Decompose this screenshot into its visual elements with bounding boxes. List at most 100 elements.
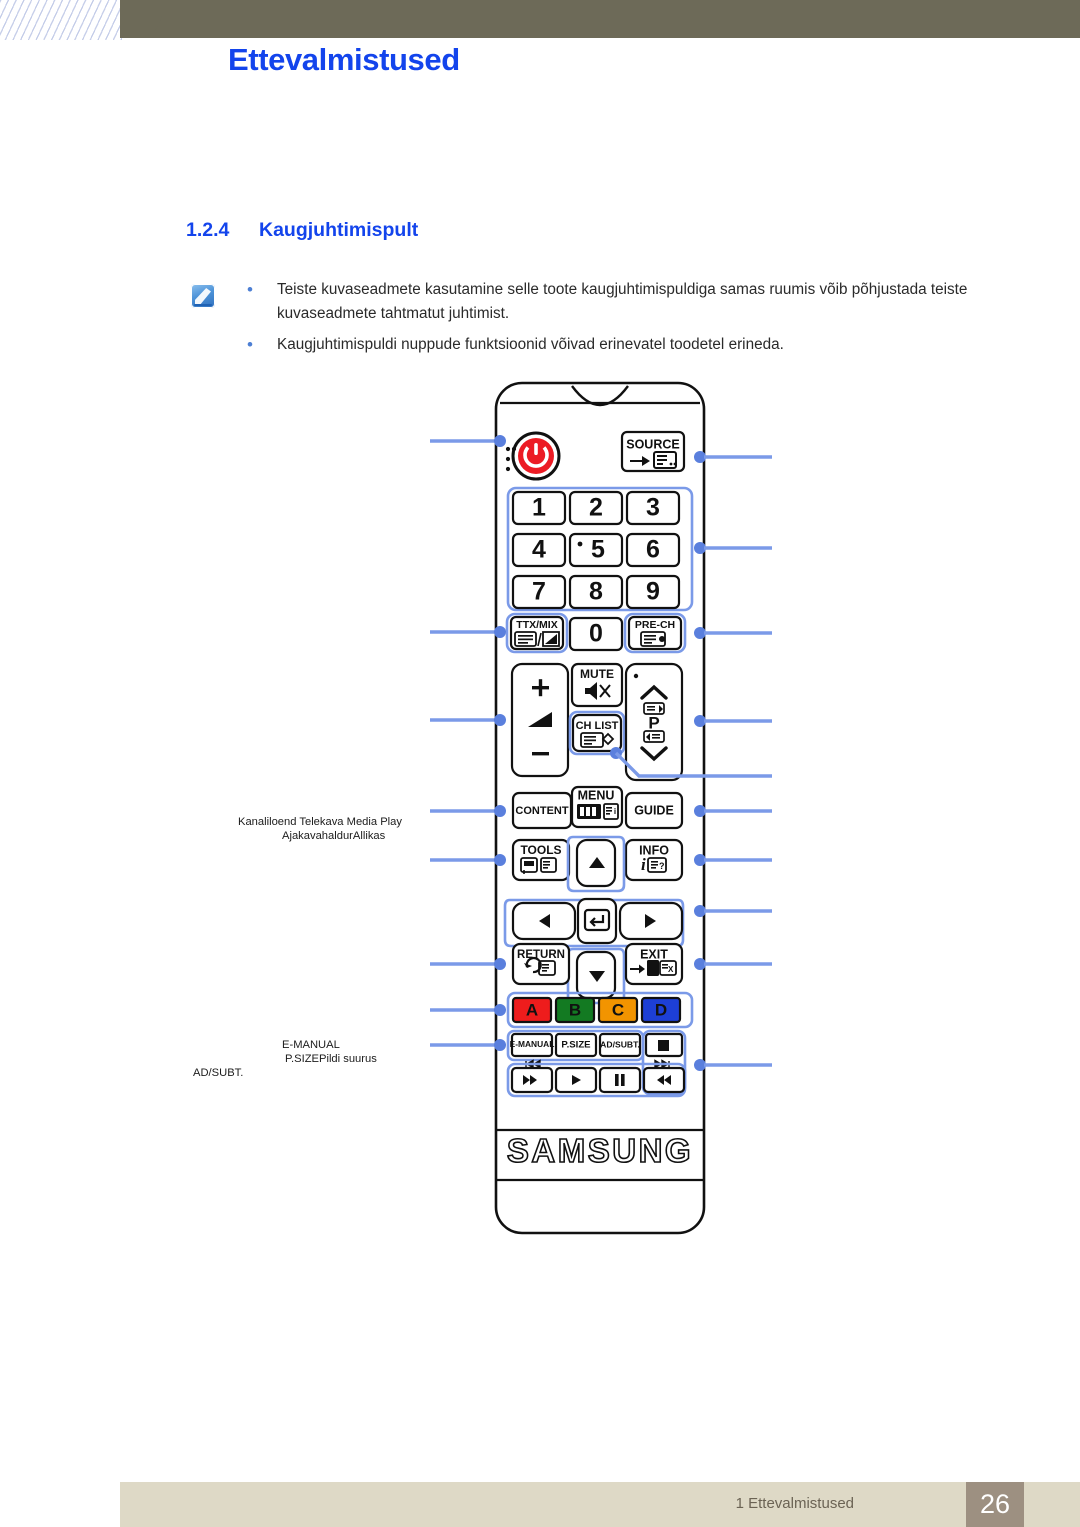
svg-text:i: i bbox=[614, 807, 616, 816]
stop-icon bbox=[658, 1040, 669, 1051]
svg-text:1: 1 bbox=[532, 494, 546, 522]
footer-page-number: 26 bbox=[966, 1482, 1024, 1527]
svg-text:CH LIST: CH LIST bbox=[576, 720, 619, 732]
svg-text:B: B bbox=[569, 1000, 581, 1019]
svg-text:X: X bbox=[668, 965, 674, 974]
svg-text:5: 5 bbox=[591, 536, 605, 564]
tools-button: TOOLS bbox=[511, 838, 571, 882]
list-item: • Kaugjuhtimispuldi nuppude funktsioonid… bbox=[243, 333, 1003, 357]
svg-text:0: 0 bbox=[589, 620, 603, 648]
pre-ch-button: PRE-CH bbox=[623, 612, 687, 654]
fast-forward-button bbox=[642, 1066, 686, 1094]
rewind-icon bbox=[523, 1075, 537, 1085]
samsung-logo: SAMSUNG bbox=[506, 1131, 693, 1170]
numeric-keypad: 1 2 3 4 5 6 7 8 9 0 bbox=[506, 486, 694, 652]
svg-text:A: A bbox=[526, 1000, 538, 1019]
svg-text:P.SIZE: P.SIZE bbox=[561, 1040, 591, 1051]
svg-text:9: 9 bbox=[646, 578, 660, 606]
play-icon bbox=[572, 1075, 581, 1085]
p-size-button bbox=[554, 1032, 598, 1058]
svg-text:SAMSUNG: SAMSUNG bbox=[507, 1132, 693, 1169]
callout-leader-lines bbox=[430, 435, 772, 1071]
bullet-marker: • bbox=[247, 280, 253, 299]
bullet-marker: • bbox=[247, 335, 253, 354]
svg-text:PRE-CH: PRE-CH bbox=[635, 619, 675, 631]
footer-band bbox=[120, 1482, 1080, 1527]
page-title: Ettevalmistused bbox=[228, 42, 460, 77]
ir-led-dots bbox=[505, 446, 517, 472]
note-bullet-list: • Teiste kuvaseadmete kasutamine selle t… bbox=[243, 278, 1003, 365]
section-number: 1.2.4 bbox=[186, 219, 230, 241]
pause-button bbox=[598, 1066, 642, 1094]
media-function-row: E-MANUAL P.SIZE AD/SUBT. bbox=[506, 1029, 687, 1096]
color-button-b bbox=[554, 996, 596, 1024]
menu-button: MENU i bbox=[570, 785, 624, 829]
svg-text:CONTENT: CONTENT bbox=[515, 805, 568, 817]
ttx-mix-button: TTX/MIX bbox=[505, 612, 569, 654]
svg-text:TOOLS: TOOLS bbox=[520, 843, 561, 857]
source-button: SOURCE bbox=[620, 430, 686, 473]
rewind-button bbox=[510, 1066, 554, 1094]
header-hatch-decoration bbox=[0, 0, 122, 40]
info-button: INFO i ? bbox=[624, 838, 684, 882]
media-transport-row bbox=[506, 1062, 687, 1098]
svg-text:8: 8 bbox=[589, 578, 603, 606]
svg-text:MENU: MENU bbox=[578, 788, 615, 802]
svg-text:INFO: INFO bbox=[639, 843, 669, 857]
callout-label-emanual: E-MANUAL bbox=[282, 1039, 340, 1051]
directional-pad bbox=[503, 835, 685, 1005]
content-button: CONTENT bbox=[511, 791, 573, 830]
callout-label-content: Kanaliloend Telekava Media Play bbox=[238, 816, 402, 828]
stop-button bbox=[644, 1032, 684, 1058]
dpad-enter bbox=[576, 897, 618, 945]
svg-text:P: P bbox=[648, 713, 659, 732]
svg-text:E-MANUAL: E-MANUAL bbox=[510, 1039, 555, 1049]
section-title: Kaugjuhtimispult bbox=[259, 219, 419, 241]
svg-text:4: 4 bbox=[532, 536, 546, 564]
note-bullet-1: Teiste kuvaseadmete kasutamine selle too… bbox=[277, 281, 968, 322]
remote-control-diagram: .bd { fill:#fff; stroke:#111; stroke-wid… bbox=[0, 0, 1080, 1527]
fast-forward-icon bbox=[657, 1075, 671, 1085]
svg-text:i: i bbox=[641, 855, 646, 874]
svg-text:6: 6 bbox=[646, 536, 660, 564]
callout-label-content-2: AjakavahaldurAllikas bbox=[282, 830, 386, 842]
svg-text:EXIT: EXIT bbox=[640, 947, 668, 961]
svg-text:D: D bbox=[655, 1000, 667, 1019]
svg-text:?: ? bbox=[659, 861, 665, 871]
dpad-down bbox=[575, 950, 617, 1000]
header-band bbox=[120, 0, 1080, 38]
power-button bbox=[511, 431, 561, 481]
ch-list-button: CH LIST bbox=[568, 710, 626, 756]
svg-text:3: 3 bbox=[646, 494, 660, 522]
svg-text:GUIDE: GUIDE bbox=[634, 803, 674, 817]
svg-text:SOURCE: SOURCE bbox=[626, 437, 679, 451]
footer-chapter-label: 1 Ettevalmistused bbox=[735, 1495, 854, 1512]
note-bullet-2: Kaugjuhtimispuldi nuppude funktsioonid v… bbox=[277, 336, 784, 353]
svg-text:7: 7 bbox=[532, 578, 546, 606]
color-button-a bbox=[511, 996, 553, 1024]
callout-label-adsubt: AD/SUBT. bbox=[193, 1067, 244, 1079]
svg-text:RETURN: RETURN bbox=[517, 949, 565, 961]
dpad-up bbox=[575, 838, 617, 888]
svg-text:TTX/MIX: TTX/MIX bbox=[516, 619, 557, 631]
section-heading: 1.2.4 Kaugjuhtimispult bbox=[186, 219, 418, 242]
channel-p-rocker: P bbox=[624, 662, 684, 782]
dpad-right bbox=[618, 901, 684, 941]
exit-button: EXIT X bbox=[624, 942, 684, 986]
return-button: RETURN bbox=[511, 942, 571, 986]
play-button bbox=[554, 1066, 598, 1094]
color-buttons-group: A B C D bbox=[506, 991, 694, 1029]
track-skip-icons bbox=[525, 1059, 670, 1069]
guide-button: GUIDE bbox=[624, 791, 684, 830]
svg-text:MUTE: MUTE bbox=[580, 667, 614, 681]
mute-button: MUTE bbox=[570, 662, 624, 708]
svg-text:2: 2 bbox=[589, 494, 603, 522]
e-manual-button bbox=[510, 1032, 554, 1058]
svg-text:C: C bbox=[612, 1000, 624, 1019]
remote-body bbox=[494, 381, 706, 1235]
pause-icon bbox=[615, 1074, 619, 1086]
callout-label-psize: P.SIZEPildi suurus bbox=[285, 1053, 377, 1065]
volume-rocker bbox=[510, 662, 570, 778]
list-item: • Teiste kuvaseadmete kasutamine selle t… bbox=[243, 278, 1003, 325]
color-button-d bbox=[640, 996, 682, 1024]
